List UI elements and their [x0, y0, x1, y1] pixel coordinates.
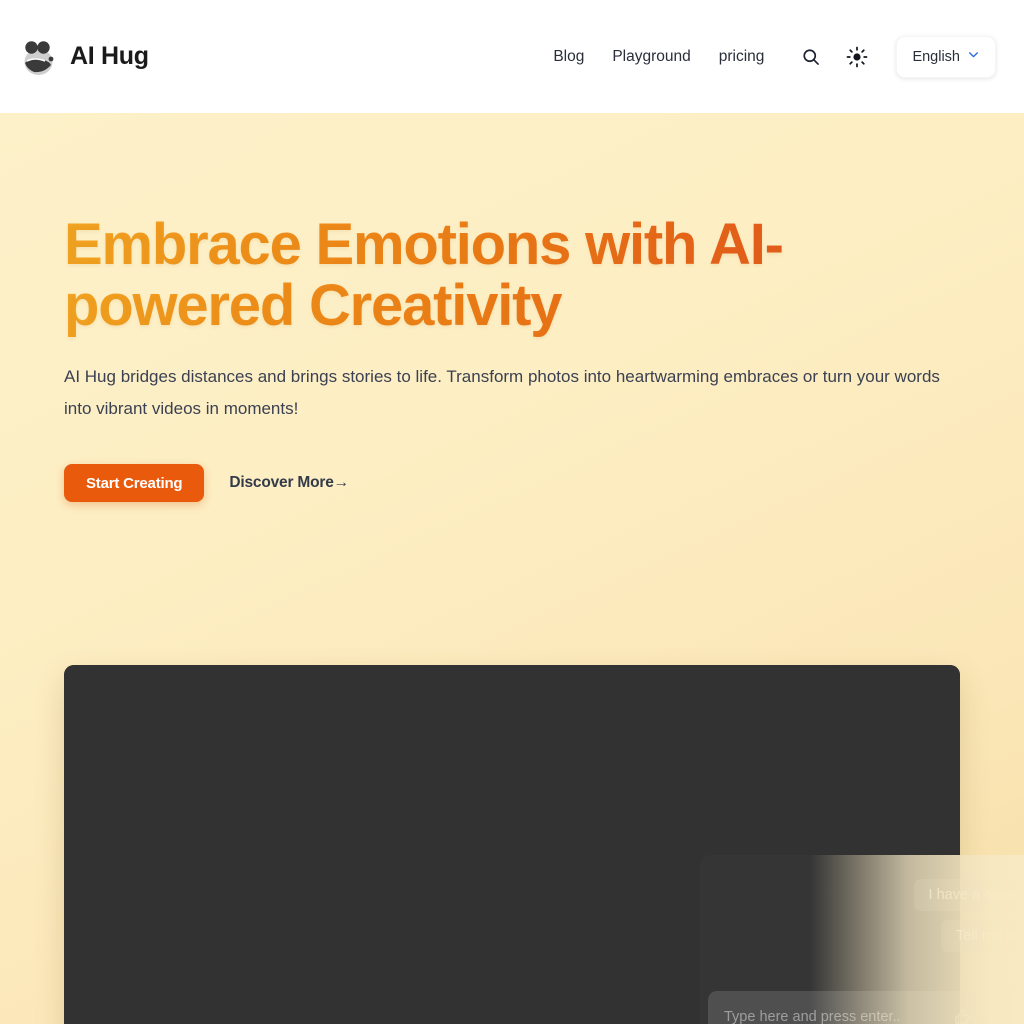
hero-section: Embrace Emotions with AI-powered Creativ… — [0, 113, 1024, 1024]
search-icon[interactable] — [794, 40, 828, 74]
brand-logo[interactable]: AI Hug — [18, 37, 149, 77]
site-header: AI Hug Blog Playground pricing English — [0, 0, 1024, 113]
two-people-hug-icon — [18, 37, 58, 77]
discover-more-link[interactable]: Discover More→ — [229, 474, 349, 492]
paperclip-icon[interactable] — [984, 1005, 1008, 1024]
page-title: Embrace Emotions with AI-powered Creativ… — [64, 214, 864, 337]
quick-reply-chip[interactable]: I have a question — [913, 879, 1024, 911]
quick-reply-chip[interactable]: Tell me more — [941, 920, 1024, 952]
chat-input-row — [708, 991, 1024, 1024]
sun-icon[interactable] — [840, 40, 874, 74]
nav-link-pricing[interactable]: pricing — [719, 48, 765, 66]
chat-widget-panel: I have a question Tell me more — [700, 855, 1024, 1024]
nav-link-playground[interactable]: Playground — [612, 48, 690, 66]
chevron-down-icon — [967, 48, 980, 66]
language-selector-label: English — [912, 48, 960, 65]
start-creating-button[interactable]: Start Creating — [64, 464, 205, 502]
hero-subtitle: AI Hug bridges distances and brings stor… — [64, 367, 940, 418]
language-selector[interactable]: English — [896, 35, 996, 78]
chat-message-input[interactable] — [724, 1009, 940, 1024]
primary-navigation: Blog Playground pricing English — [553, 35, 1000, 78]
brand-name: AI Hug — [70, 42, 149, 70]
hero-cta-row: Start Creating Discover More→ — [64, 464, 349, 502]
smiley-icon[interactable] — [1018, 1005, 1024, 1024]
thumbs-up-icon[interactable] — [950, 1005, 974, 1024]
nav-link-list: Blog Playground pricing — [553, 48, 764, 66]
nav-link-blog[interactable]: Blog — [553, 48, 584, 66]
chat-quick-replies: I have a question Tell me more — [714, 867, 1024, 952]
